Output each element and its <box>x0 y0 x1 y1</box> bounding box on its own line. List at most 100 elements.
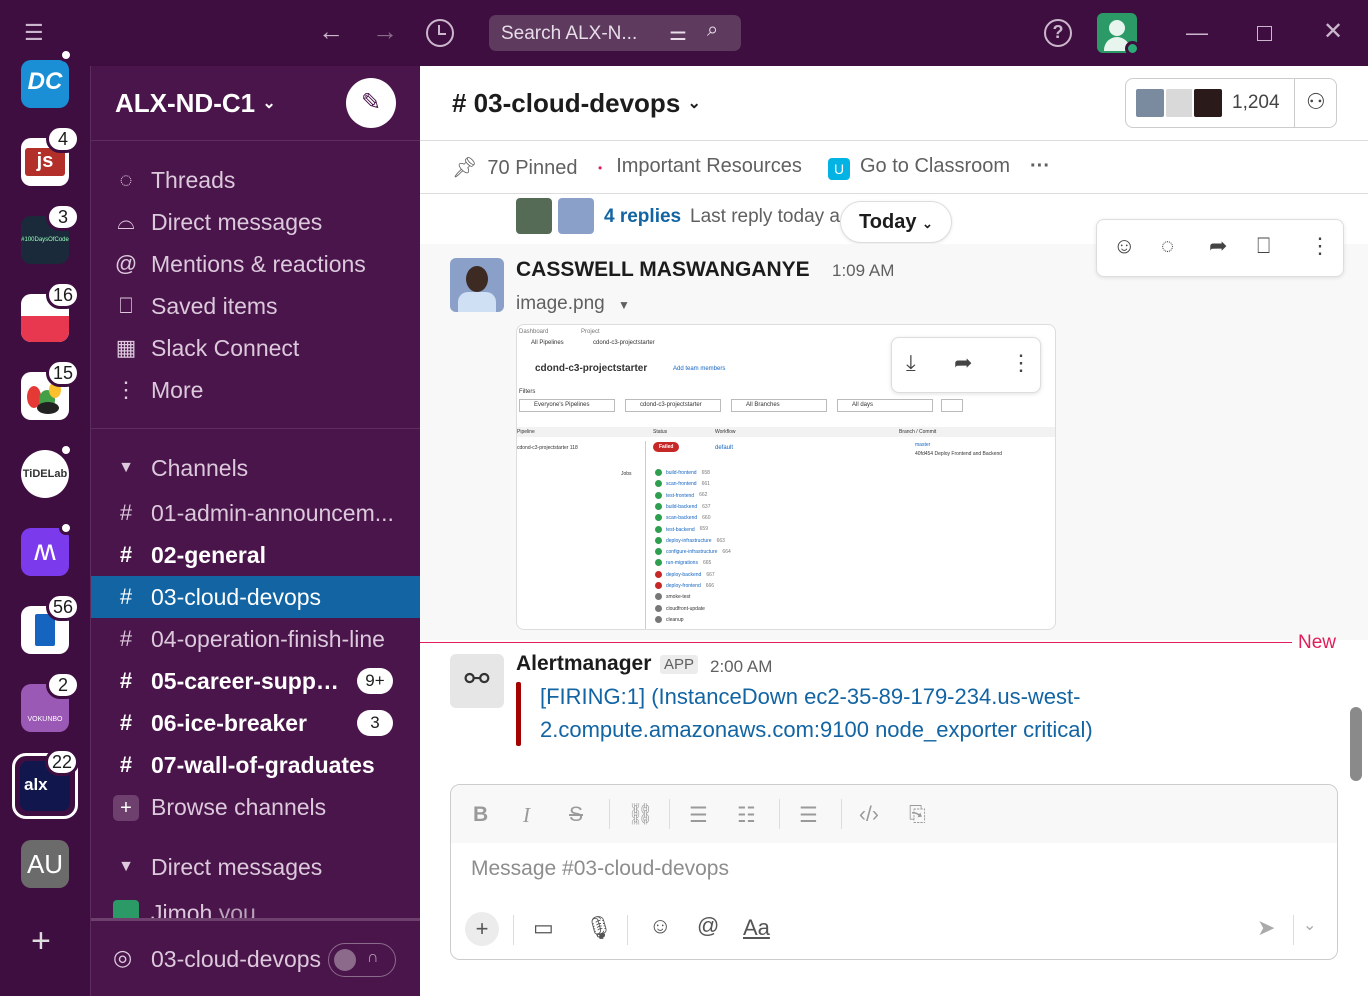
message-time[interactable]: 2:00 AM <box>710 657 772 677</box>
attach-plus-button[interactable]: + <box>465 912 499 946</box>
job-number: 660 <box>702 515 711 522</box>
channel-title[interactable]: # 03-cloud-devops ⌄ <box>452 88 701 119</box>
workspace-100days[interactable]: #100DaysOfCode 3 <box>21 203 80 264</box>
bold-icon[interactable]: B <box>473 803 488 827</box>
channels-section-header[interactable]: ▼ Channels <box>91 447 421 489</box>
workspace-dc[interactable]: DC <box>21 48 73 108</box>
minimize-icon[interactable]: — <box>1186 22 1208 44</box>
microphone-icon[interactable]: 🎙︎ <box>585 915 613 941</box>
classroom-bookmark[interactable]: U Go to Classroom <box>828 155 1010 180</box>
back-arrow-icon[interactable]: ← <box>318 18 344 44</box>
hamburger-menu-icon[interactable]: ☰ <box>24 22 44 44</box>
image-attachment[interactable]: Dashboard Project All Pipelines cdond-c3… <box>516 324 1056 630</box>
format-toggle[interactable]: Aa <box>743 915 770 941</box>
schedule-chevron-icon[interactable]: ⌄ <box>1303 915 1316 935</box>
nav-slack-connect[interactable]: ▦ Slack Connect <box>91 327 421 369</box>
nav-direct-messages[interactable]: ⌓ Direct messages <box>91 201 421 243</box>
avatar[interactable] <box>1097 13 1140 56</box>
workspace-blue-doc[interactable]: 56 <box>21 593 80 654</box>
date-label: Today <box>859 211 917 233</box>
message-time[interactable]: 1:09 AM <box>832 261 894 281</box>
add-workspace-icon[interactable]: + <box>31 924 51 958</box>
bullet-list-icon[interactable]: ☷ <box>737 803 756 828</box>
scrollbar-thumb[interactable] <box>1350 707 1362 781</box>
message-row[interactable]: ⚯ Alertmanager APP 2:00 AM [FIRING:1] (I… <box>420 648 1368 768</box>
nav-saved-items[interactable]: ⎕ Saved items <box>91 285 421 327</box>
dm-section-header[interactable]: ▼ Direct messages <box>91 846 421 888</box>
search-icon[interactable]: ⌕ <box>707 19 718 42</box>
forward-icon[interactable]: ➦ <box>1209 233 1227 259</box>
huddle-icon: ◎ <box>113 945 133 970</box>
emoji-icon[interactable]: ☺ <box>649 913 671 939</box>
mention-icon[interactable]: @ <box>697 913 719 939</box>
workspace-au[interactable]: AU <box>21 840 69 888</box>
filter-icon[interactable]: ⚌ <box>669 21 687 46</box>
forward-arrow-icon[interactable]: → <box>372 18 398 44</box>
nav-more[interactable]: ⋮ More <box>91 369 421 411</box>
strikethrough-icon[interactable]: S <box>569 803 583 827</box>
ordered-list-icon[interactable]: ☰ <box>689 803 708 828</box>
date-divider[interactable]: Today ⌄ <box>840 201 952 243</box>
browse-channels[interactable]: + Browse channels <box>91 786 421 828</box>
alert-link[interactable]: [FIRING:1] (InstanceDown ec2-35-89-179-2… <box>540 680 1093 746</box>
reply-thread-icon[interactable]: ◌ <box>1161 233 1174 259</box>
compose-button[interactable]: ✎ <box>346 78 396 128</box>
workspace-vokunbo[interactable]: VOKUNBO 2 <box>21 671 80 732</box>
author-name[interactable]: CASSWELL MASWANGANYE <box>516 258 810 282</box>
link-icon[interactable]: ⛓ <box>627 803 654 827</box>
workflow-link: default <box>715 445 734 451</box>
more-actions-icon[interactable]: ⋮ <box>1309 233 1331 259</box>
dm-jimoh[interactable]: Jimoh you <box>91 892 421 918</box>
workspace-alx-active[interactable]: alx 22 <box>12 748 79 819</box>
author-name[interactable]: Alertmanager <box>516 652 651 676</box>
bookmark-label: Important Resources <box>616 155 802 177</box>
channel-01-admin[interactable]: #01-admin-announcem... <box>91 492 421 534</box>
thread-summary[interactable]: 4 replies Last reply today a <box>516 198 856 238</box>
video-icon[interactable]: ▭ <box>533 915 554 941</box>
nav-threads[interactable]: ◌ Threads <box>91 159 421 201</box>
share-icon[interactable]: ➦ <box>954 350 972 376</box>
pinned-bookmark[interactable]: 📌︎ 70 Pinned <box>452 155 577 180</box>
more-bookmarks-icon[interactable]: ··· <box>1030 155 1050 178</box>
channel-03-cloud-devops[interactable]: #03-cloud-devops <box>91 576 421 618</box>
workspace-js[interactable]: js 4 <box>21 125 80 186</box>
history-icon[interactable] <box>426 19 454 47</box>
job-number: 658 <box>701 469 710 476</box>
member-count: 1,204 <box>1232 92 1280 113</box>
channel-06-ice-breaker[interactable]: #06-ice-breaker 3 <box>91 702 421 744</box>
add-reaction-icon[interactable]: ☺ <box>1113 233 1135 259</box>
channel-05-career[interactable]: #05-career-suppor... 9+ <box>91 660 421 702</box>
replies-link[interactable]: 4 replies <box>604 206 681 228</box>
add-member-icon[interactable]: ⚇ <box>1306 89 1326 115</box>
resources-bookmark[interactable]: • Important Resources <box>598 155 802 178</box>
save-bookmark-icon[interactable]: ⎕ <box>1257 233 1270 259</box>
channel-02-general[interactable]: #02-general <box>91 534 421 576</box>
file-name[interactable]: image.png ▼ <box>516 293 630 315</box>
italic-icon[interactable]: I <box>523 803 530 828</box>
message-input[interactable]: Message #03-cloud-devops <box>471 857 1311 887</box>
huddle-toggle[interactable]: ∩ <box>328 943 396 977</box>
workspace-red[interactable]: 16 <box>21 281 80 342</box>
workspace-tidelab[interactable]: TiDELab <box>21 443 73 498</box>
channel-name: 07-wall-of-graduates <box>151 752 375 778</box>
send-icon[interactable]: ➤ <box>1257 915 1275 941</box>
close-icon[interactable]: ✕ <box>1323 20 1343 44</box>
message-row[interactable]: CASSWELL MASWANGANYE 1:09 AM image.png ▼… <box>420 219 1368 640</box>
blockquote-icon[interactable]: ☰ <box>799 803 818 828</box>
workspace-colorful[interactable]: 15 <box>21 359 80 420</box>
nav-mentions[interactable]: @ Mentions & reactions <box>91 243 421 285</box>
download-icon[interactable]: ⤓ <box>906 350 916 376</box>
channel-07-wall[interactable]: #07-wall-of-graduates <box>91 744 421 786</box>
more-actions-icon[interactable]: ⋮ <box>1010 350 1032 376</box>
channel-name: 03-cloud-devops <box>151 584 322 610</box>
workspace-name[interactable]: ALX-ND-C1 ⌄ <box>115 88 276 119</box>
code-block-icon[interactable]: ⎘ <box>909 803 926 827</box>
code-icon[interactable]: ‹/› <box>859 803 879 827</box>
job-row: test-backend 659 <box>655 525 708 533</box>
workspace-purple[interactable]: ʍ <box>21 521 73 576</box>
help-icon[interactable]: ? <box>1044 19 1072 47</box>
maximize-icon[interactable] <box>1257 26 1272 41</box>
channel-04-operation[interactable]: #04-operation-finish-line <box>91 618 421 660</box>
search-input[interactable]: Search ALX-N... ⚌ ⌕ <box>489 15 741 51</box>
members-button[interactable]: 1,204 ⚇ <box>1125 78 1337 128</box>
